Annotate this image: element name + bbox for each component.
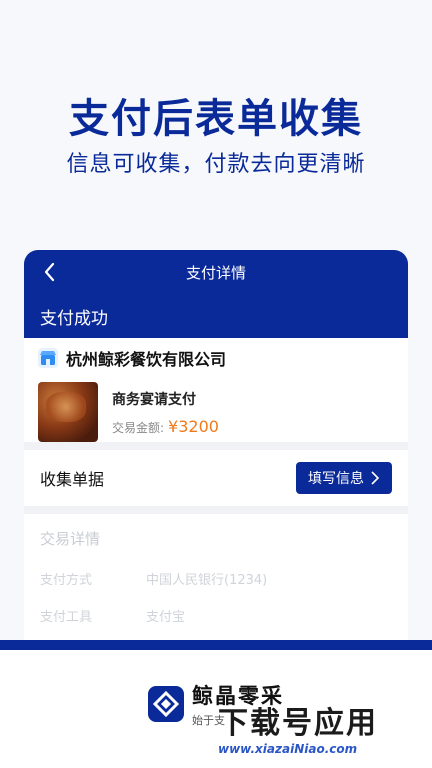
chevron-right-icon [371, 471, 380, 485]
product-row: 商务宴请支付 交易金额: ¥3200 [38, 382, 394, 442]
product-name: 商务宴请支付 [112, 391, 196, 408]
divider-band [0, 640, 432, 650]
detail-value: 支付宝 [146, 610, 186, 625]
hero-title: 支付后表单收集 [69, 96, 363, 142]
detail-row: 支付工具 支付宝 [40, 606, 392, 625]
detail-key: 支付工具 [40, 610, 93, 625]
watermark-text: 下载号应用 [218, 706, 378, 741]
hero-subtitle: 信息可收集，付款去向更清晰 [66, 152, 366, 177]
detail-value: 中国人民银行(1234) [146, 573, 268, 588]
merchant-name: 杭州鲸彩餐饮有限公司 [66, 350, 227, 369]
fill-info-label: 填写信息 [308, 471, 364, 487]
collect-docs-row: 收集单据 填写信息 [24, 450, 408, 506]
fill-info-button[interactable]: 填写信息 [296, 462, 392, 494]
merchant-card: 杭州鲸彩餐饮有限公司 商务宴请支付 交易金额: ¥3200 [24, 338, 408, 442]
collect-docs-title: 收集单据 [40, 470, 105, 489]
amount-label: 交易金额: [112, 420, 165, 435]
details-title: 交易详情 [40, 530, 101, 548]
detail-key: 支付方式 [40, 573, 93, 588]
footer: 鲸晶零采 始于支 下载号应用 www.xiazaiNiao.com [0, 650, 432, 768]
detail-row: 支付方式 中国人民银行(1234) [40, 569, 392, 588]
payment-status: 支付成功 [24, 294, 408, 338]
nav-bar: 支付详情 [24, 250, 408, 294]
nav-title: 支付详情 [185, 264, 246, 282]
phone-screen: 支付详情 支付成功 杭州鲸彩餐饮有限公司 商务宴请支付 交易金额:¥3200 [24, 250, 408, 650]
food-image [38, 382, 98, 442]
watermark: 下载号应用 www.xiazaiNiao.com [218, 698, 428, 762]
transaction-details: 交易详情 支付方式 中国人民银行(1234) 支付工具 支付宝 [24, 514, 408, 650]
amount-value: ¥3200 [168, 416, 219, 436]
watermark-url: www.xiazaiNiao.com [218, 742, 358, 756]
shop-icon [38, 348, 58, 368]
brand-logo-icon [148, 686, 184, 722]
